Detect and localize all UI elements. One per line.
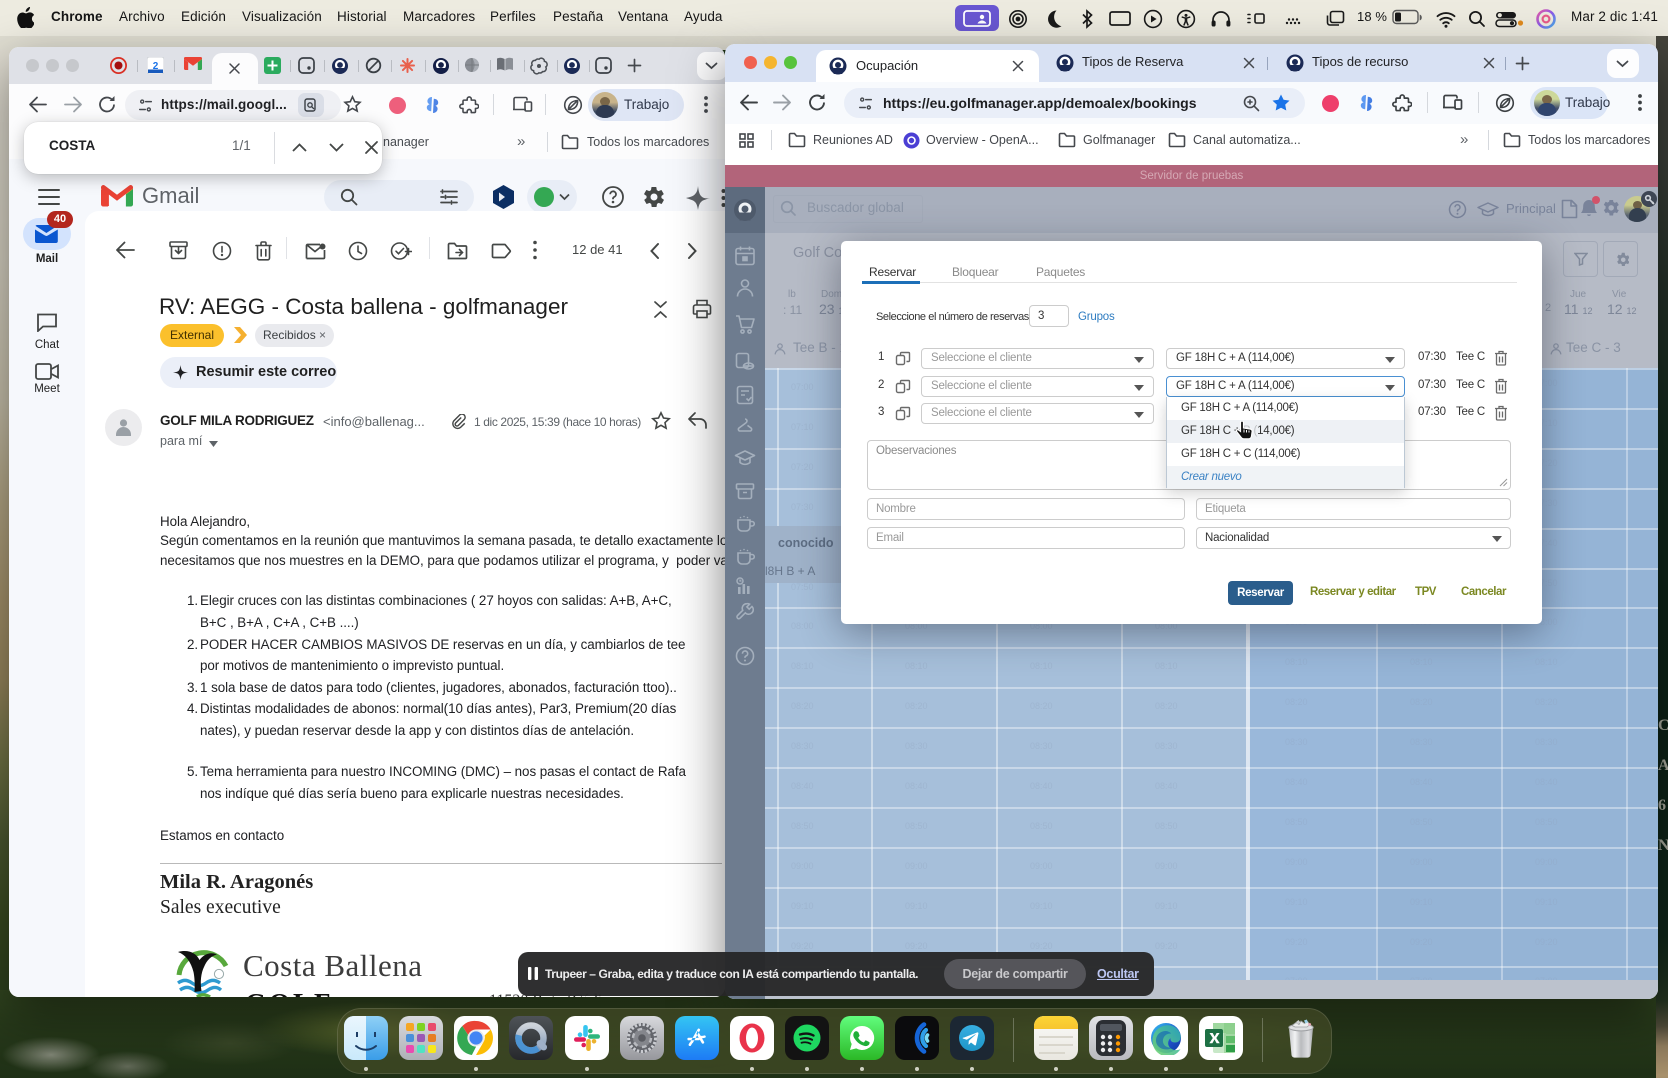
svg-text:2: 2 (153, 61, 159, 72)
